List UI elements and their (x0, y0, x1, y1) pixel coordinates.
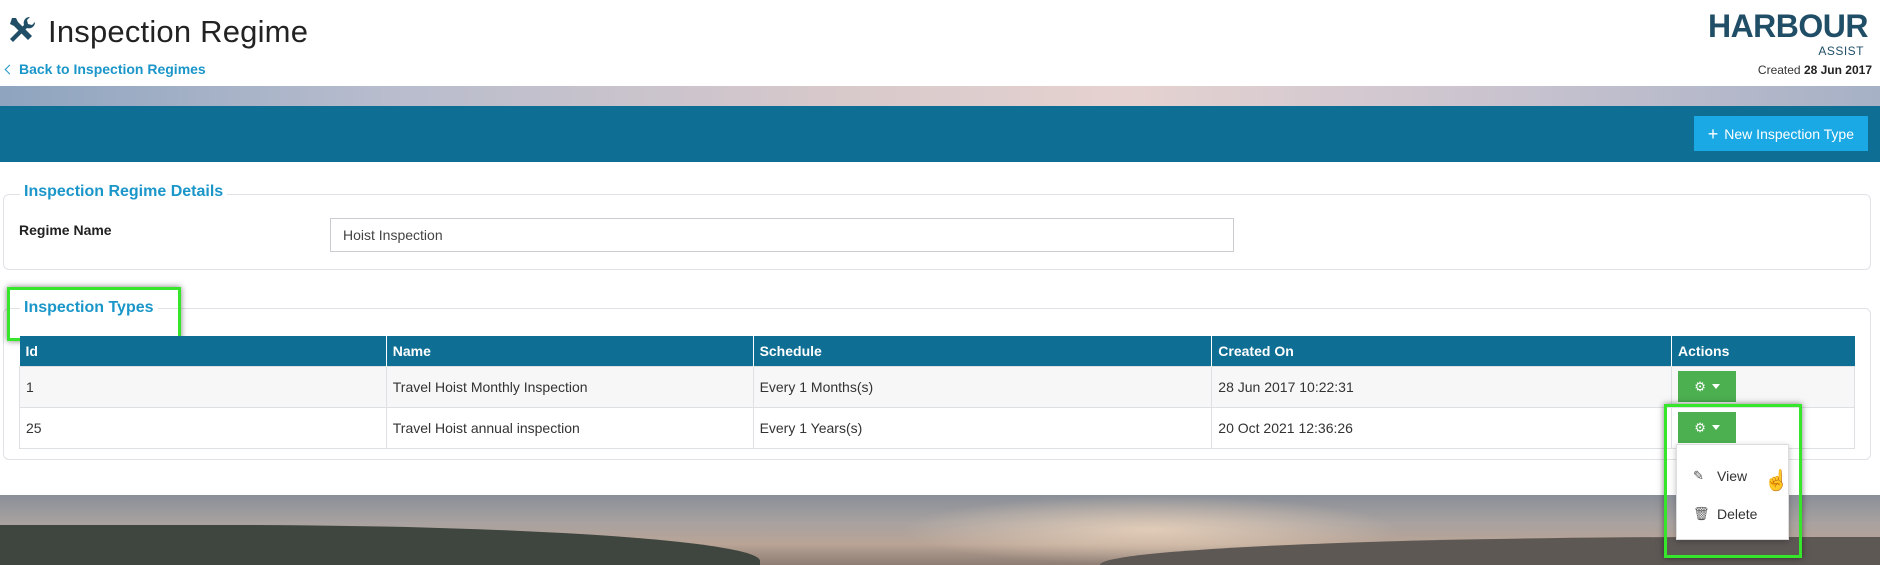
table-row[interactable]: 25 Travel Hoist annual inspection Every … (19, 406, 1855, 449)
cell-schedule: Every 1 Years(s) (752, 406, 1213, 449)
created-label: Created (1757, 63, 1801, 77)
landscape-hill (0, 525, 760, 565)
harbour-assist-logo: HARBOUR ASSIST (1693, 8, 1869, 60)
new-inspection-type-button[interactable]: + New Inspection Type (1693, 116, 1868, 151)
created-date: 28 Jun 2017 (1803, 63, 1872, 77)
table-header-row: Id Name Schedule Created On Actions (19, 336, 1855, 366)
column-header-created-on[interactable]: Created On (1211, 336, 1673, 366)
cell-id: 1 (19, 365, 387, 408)
tools-icon (10, 16, 36, 42)
menu-item-delete[interactable]: 🗑 Delete (1677, 495, 1788, 533)
page-title: Inspection Regime (48, 14, 309, 49)
inspection-types-table: Id Name Schedule Created On Actions 1 Tr… (19, 336, 1855, 449)
cell-name: Travel Hoist Monthly Inspection (385, 365, 754, 408)
hand-cursor-icon: ☝ (1764, 470, 1789, 492)
cell-created-on: 20 Oct 2021 12:36:26 (1211, 406, 1673, 449)
plus-icon: + (1707, 123, 1719, 144)
page-header: Inspection Regime Back to Inspection Reg… (0, 0, 1880, 86)
column-header-id[interactable]: Id (19, 336, 387, 366)
cell-created-on: 28 Jun 2017 10:22:31 (1211, 365, 1673, 408)
caret-down-icon (1711, 384, 1720, 389)
new-inspection-type-label: New Inspection Type (1724, 125, 1854, 142)
regime-name-label: Regime Name (19, 222, 112, 238)
header-banner-image (0, 86, 1880, 106)
highlight-box-types (7, 287, 181, 341)
cell-actions: ⚙ (1671, 365, 1855, 408)
cell-id: 25 (19, 406, 387, 449)
logo-subtext: ASSIST (1818, 44, 1864, 58)
column-header-name[interactable]: Name (386, 336, 754, 366)
back-link-label: Back to Inspection Regimes (19, 61, 206, 77)
column-header-actions: Actions (1671, 336, 1855, 366)
pencil-icon: ✎ (1693, 468, 1704, 483)
cell-name: Travel Hoist annual inspection (385, 406, 754, 449)
column-header-schedule[interactable]: Schedule (753, 336, 1213, 366)
menu-item-delete-label: Delete (1717, 506, 1758, 522)
background-landscape-image (0, 495, 1880, 565)
gears-icon: ⚙ (1694, 378, 1706, 394)
created-info: Created 28 Jun 2017 (1758, 63, 1872, 77)
toolbar: + New Inspection Type (0, 106, 1880, 162)
regime-details-legend: Inspection Regime Details (20, 183, 228, 201)
chevron-left-icon (4, 64, 15, 75)
row-actions-button[interactable]: ⚙ (1678, 371, 1737, 402)
table-row[interactable]: 1 Travel Hoist Monthly Inspection Every … (19, 365, 1855, 408)
back-to-regimes-link[interactable]: Back to Inspection Regimes (4, 61, 206, 77)
logo-wordmark: HARBOUR (1707, 8, 1869, 44)
regime-name-input[interactable] (330, 218, 1234, 252)
cell-schedule: Every 1 Months(s) (752, 365, 1213, 408)
trash-icon: 🗑 (1693, 506, 1710, 521)
main-content: Inspection Regime Details Regime Name In… (0, 162, 1880, 495)
menu-item-view-label: View (1717, 468, 1748, 484)
